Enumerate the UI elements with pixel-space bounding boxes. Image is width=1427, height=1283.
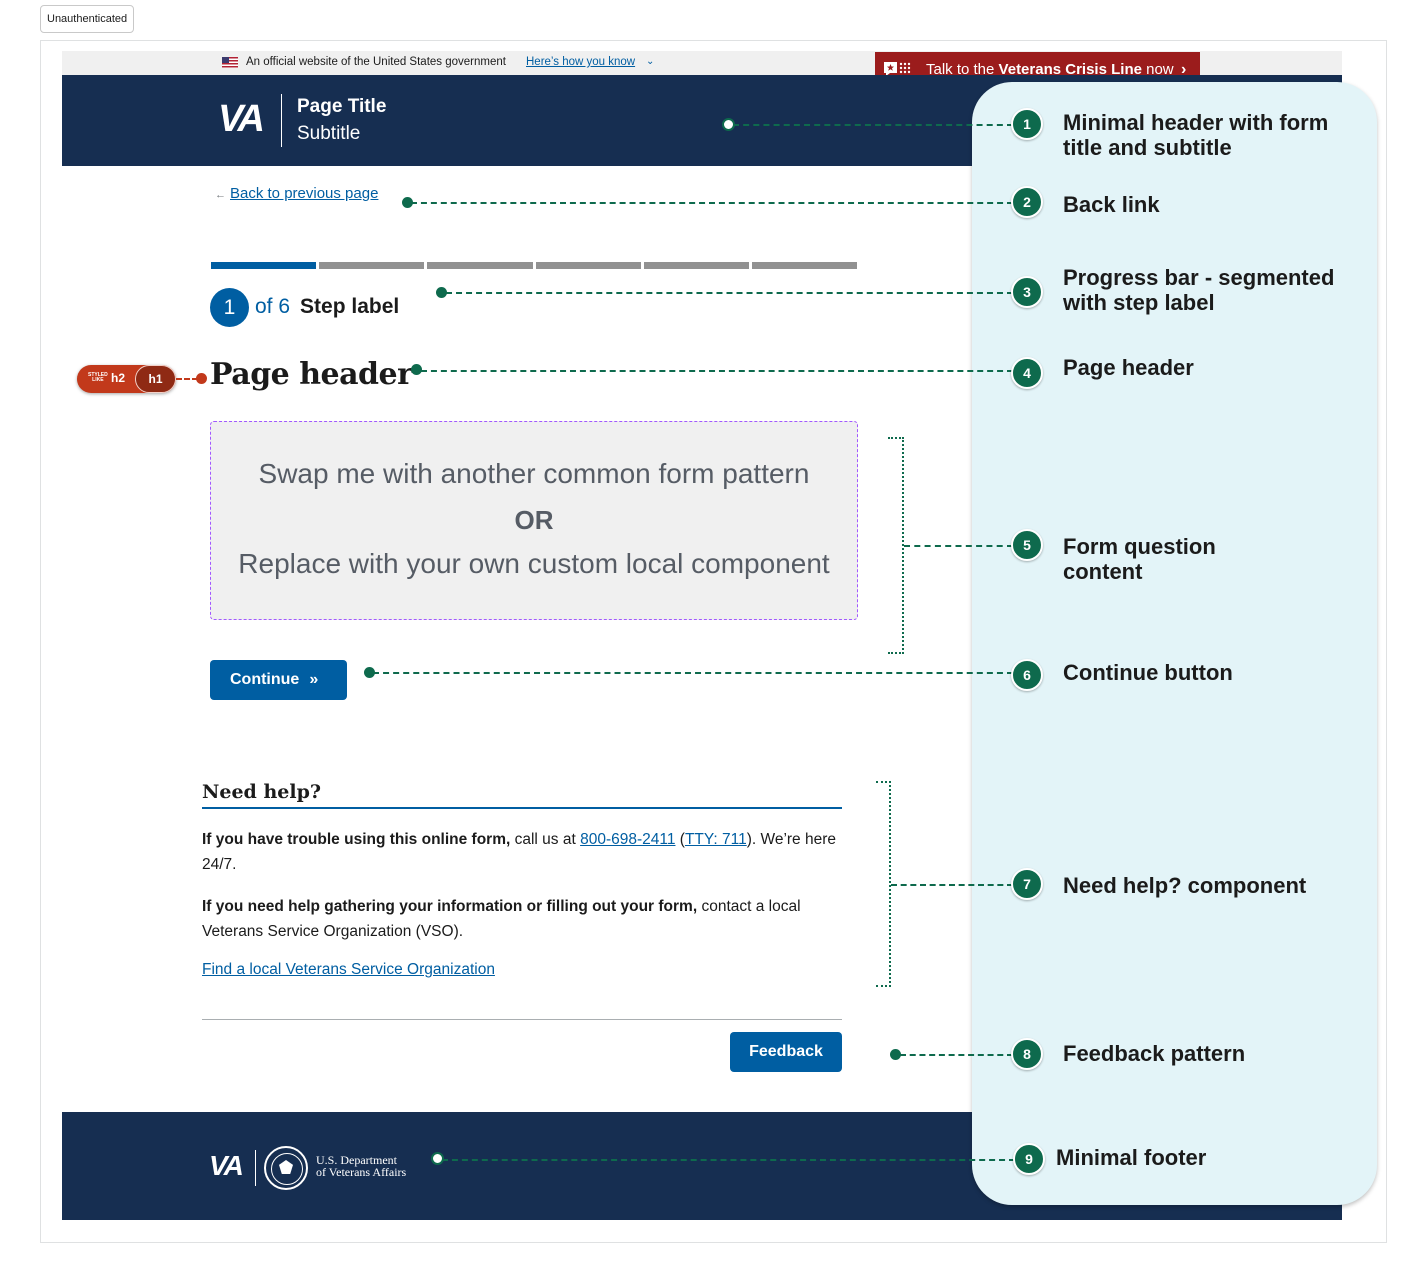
annotation-badge-4: 4 (1011, 357, 1043, 389)
header-divider (281, 94, 282, 147)
form-subtitle: Subtitle (297, 123, 361, 144)
arrow-left-icon: ← (215, 189, 226, 201)
placeholder-or: OR (514, 505, 554, 535)
annotation-leader-8 (900, 1054, 1013, 1056)
unauthenticated-tag: Unauthenticated (40, 5, 135, 33)
annotation-text-3: Progress bar - segmented with step label (1063, 265, 1335, 315)
tty-link[interactable]: TTY: 711 (685, 831, 747, 848)
annotation-anchor-2 (402, 197, 413, 208)
back-link-label[interactable]: Back to previous page (230, 185, 378, 202)
footer-va-logo[interactable]: VA (209, 1150, 244, 1182)
annotation-leader-7 (891, 884, 1013, 886)
annotation-anchor-4 (411, 364, 422, 375)
footer-divider (255, 1150, 256, 1186)
annotation-leader-9 (442, 1159, 1015, 1161)
annotation-badge-2: 2 (1011, 186, 1043, 218)
annotation-leader-3 (446, 292, 1013, 294)
heading-level: h1 (135, 365, 176, 393)
annotation-text-9: Minimal footer (1056, 1145, 1207, 1170)
need-help-phone-paragraph: If you have trouble using this online fo… (202, 831, 837, 873)
step-indicator: 1 of 6 Step label (210, 287, 399, 327)
progress-segment (319, 262, 425, 269)
continue-label: Continue (230, 671, 300, 688)
va-logo[interactable]: VA (218, 98, 265, 141)
annotation-anchor-1 (722, 118, 735, 131)
step-number-circle: 1 (210, 287, 249, 327)
heading-tag-dot (196, 373, 207, 384)
form-pattern-placeholder: Swap me with another common form pattern… (210, 421, 858, 620)
annotation-text-7: Need help? component (1063, 873, 1307, 898)
feedback-button[interactable]: Feedback (730, 1032, 842, 1072)
annotation-anchor-9 (431, 1152, 444, 1165)
phone-link[interactable]: 800-698-2411 (580, 831, 675, 848)
annotation-text-6: Continue button (1063, 660, 1233, 685)
annotation-badge-6: 6 (1011, 659, 1043, 691)
annotation-text-4: Page header (1063, 355, 1194, 380)
progress-segment (751, 262, 858, 269)
annotation-leader-2 (411, 202, 1013, 204)
va-seal-icon (264, 1146, 308, 1190)
styled-like-label: STYLED LIKE (88, 372, 108, 383)
find-vso-link[interactable]: Find a local Veterans Service Organizati… (202, 961, 495, 979)
form-title: Page Title (297, 96, 387, 117)
page-header: Page header (210, 357, 413, 392)
heading-tag-connector (176, 378, 198, 380)
need-help-bracket (876, 781, 891, 987)
annotation-leader-5 (904, 545, 1013, 547)
need-help-rule (202, 807, 842, 809)
chevron-down-icon[interactable]: ⌄ (646, 56, 654, 67)
progress-segment-complete (211, 262, 317, 269)
annotation-badge-7: 7 (1011, 868, 1043, 900)
annotation-anchor-6 (364, 667, 375, 678)
annotation-text-8: Feedback pattern (1063, 1041, 1246, 1066)
annotation-leader-4 (421, 370, 1013, 372)
annotation-panel (972, 82, 1377, 1205)
annotation-badge-3: 3 (1011, 276, 1043, 308)
back-link[interactable]: ← Back to previous page (215, 185, 378, 202)
annotation-badge-9: 9 (1013, 1143, 1045, 1175)
department-name: U.S. Department of Veterans Affairs (316, 1153, 407, 1179)
form-content-bracket (888, 437, 904, 654)
annotation-anchor-3 (436, 287, 447, 298)
step-label: Step label (300, 295, 400, 318)
placeholder-line-3: Replace with your own custom local compo… (238, 548, 830, 579)
placeholder-line-1: Swap me with another common form pattern (258, 458, 810, 489)
annotation-text-1: Minimal header with form title and subti… (1063, 110, 1329, 160)
need-help-title: Need help? (202, 781, 321, 803)
official-website-text: An official website of the United States… (246, 56, 506, 68)
annotation-leader-1 (733, 124, 1013, 126)
annotation-badge-1: 1 (1011, 108, 1043, 140)
annotation-text-5: Form question content (1063, 534, 1216, 584)
need-help-vso-paragraph: If you need help gathering your informat… (202, 898, 801, 940)
annotation-badge-8: 8 (1011, 1038, 1043, 1070)
heading-level-tag: STYLED LIKE h2 h1 (77, 365, 176, 393)
annotation-text-2: Back link (1063, 192, 1160, 217)
annotation-anchor-8 (890, 1049, 901, 1060)
progress-segment (643, 262, 749, 269)
heres-how-you-know-link[interactable]: Here’s how you know (526, 56, 635, 68)
annotation-leader-6 (373, 672, 1013, 674)
progress-segment (535, 262, 641, 269)
step-total: of 6 (255, 295, 291, 318)
us-flag-icon (222, 57, 238, 68)
progress-segment (427, 262, 533, 269)
progress-bar (211, 262, 858, 269)
feedback-divider (202, 1019, 842, 1020)
styled-as-level: h2 (111, 371, 126, 385)
double-chevron-right-icon: » (309, 671, 319, 688)
annotation-badge-5: 5 (1011, 529, 1043, 561)
continue-button[interactable]: Continue » (210, 660, 347, 700)
